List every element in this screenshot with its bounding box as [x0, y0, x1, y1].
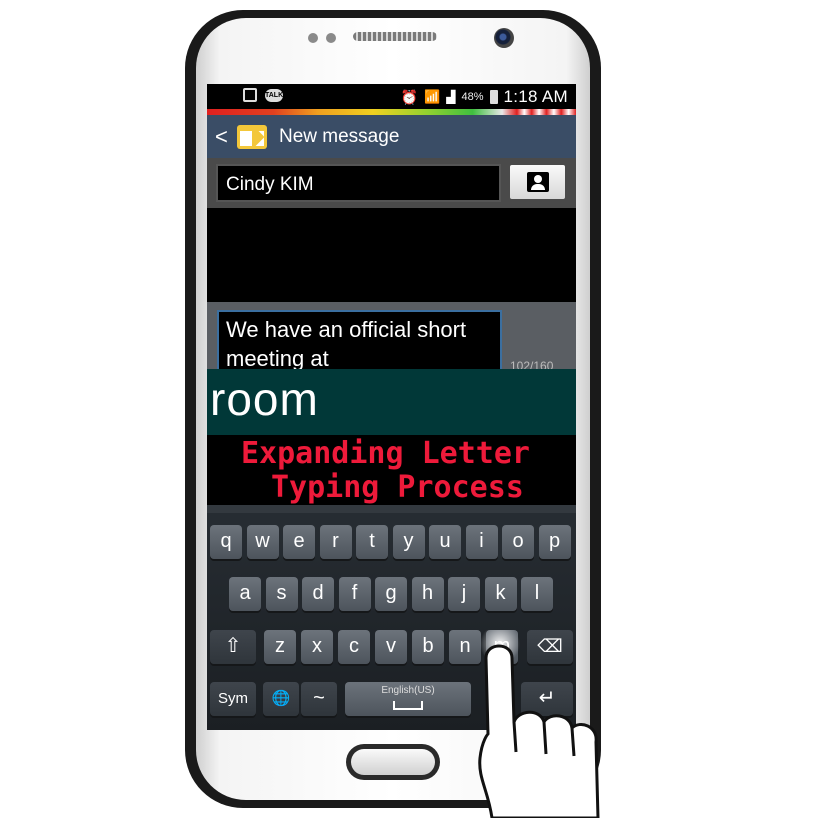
caption-line-2: Typing Process — [271, 470, 524, 505]
battery-percent: 48% — [461, 91, 484, 103]
key-i[interactable]: i — [465, 525, 498, 559]
keyboard-divider — [207, 505, 576, 513]
key-preview-word: room — [207, 369, 576, 435]
key-m[interactable]: m — [486, 630, 518, 664]
key-u[interactable]: u — [429, 525, 461, 559]
front-camera — [494, 28, 514, 48]
key-j[interactable]: j — [448, 577, 480, 611]
clock: 1:18 AM — [503, 87, 568, 106]
key-z[interactable]: z — [264, 630, 296, 664]
space-bar[interactable]: English(US) — [345, 682, 471, 716]
compose-area: We have an official short meeting at 102… — [207, 302, 576, 380]
key-q[interactable]: q — [210, 525, 242, 559]
signal-icon: ▟ — [446, 90, 456, 104]
key-x[interactable]: x — [301, 630, 333, 664]
key-w[interactable]: w — [246, 525, 279, 559]
backspace-key[interactable]: ⌫ — [527, 630, 573, 664]
sym-key[interactable]: Sym — [210, 682, 256, 716]
phone-screen: TALK ⏰ 📶 ▟ 48% 1:18 AM < New message Cin… — [207, 84, 576, 730]
battery-icon — [489, 90, 498, 104]
message-thread — [207, 208, 576, 302]
sensor-dot — [308, 33, 318, 43]
talk-icon: TALK — [265, 88, 283, 102]
contacts-button[interactable] — [510, 165, 565, 199]
action-bar: < New message — [207, 115, 576, 158]
key-n[interactable]: n — [449, 630, 481, 664]
keyboard: qwertyuiop asdfghjkl ⇧ ⌫ zxcvbnm Sym 🌐 ~… — [207, 505, 576, 730]
space-icon — [393, 701, 423, 710]
key-v[interactable]: v — [375, 630, 407, 664]
caption-line-1: Expanding Letter — [241, 436, 530, 471]
key-a[interactable]: a — [229, 577, 261, 611]
tilde-key[interactable]: ~ — [301, 682, 337, 716]
stage: TALK ⏰ 📶 ▟ 48% 1:18 AM < New message Cin… — [0, 0, 818, 818]
key-t[interactable]: t — [356, 525, 388, 559]
key-o[interactable]: o — [502, 525, 534, 559]
key-g[interactable]: g — [375, 577, 407, 611]
shift-key[interactable]: ⇧ — [210, 630, 256, 664]
key-k[interactable]: k — [484, 577, 517, 611]
enter-key[interactable]: ↵ — [521, 682, 573, 716]
space-language-label: English(US) — [381, 685, 435, 696]
home-button[interactable] — [346, 744, 440, 780]
contact-icon — [526, 172, 549, 192]
earpiece-speaker — [353, 32, 437, 41]
key-p[interactable]: p — [538, 525, 571, 559]
key-r[interactable]: r — [319, 525, 352, 559]
envelope-icon — [237, 124, 267, 149]
status-bar: TALK ⏰ 📶 ▟ 48% 1:18 AM — [207, 84, 576, 110]
page-title: New message — [279, 125, 400, 147]
sensor-dot — [326, 33, 336, 43]
key-f[interactable]: f — [338, 577, 371, 611]
key-l[interactable]: l — [521, 577, 553, 611]
alarm-icon: ⏰ — [400, 88, 419, 105]
recipient-area: Cindy KIM — [207, 158, 576, 208]
key-b[interactable]: b — [412, 630, 444, 664]
back-chevron-icon[interactable]: < — [215, 124, 229, 150]
key-s[interactable]: s — [265, 577, 298, 611]
key-c[interactable]: c — [338, 630, 370, 664]
overlay-caption: Expanding Letter Typing Process — [207, 435, 576, 505]
key-d[interactable]: d — [302, 577, 334, 611]
key-y[interactable]: y — [392, 525, 425, 559]
key-e[interactable]: e — [283, 525, 315, 559]
recipient-field[interactable]: Cindy KIM — [216, 164, 501, 202]
image-icon — [243, 88, 257, 102]
wifi-icon: 📶 — [424, 89, 441, 104]
globe-icon[interactable]: 🌐 — [263, 682, 299, 716]
key-h[interactable]: h — [411, 577, 444, 611]
